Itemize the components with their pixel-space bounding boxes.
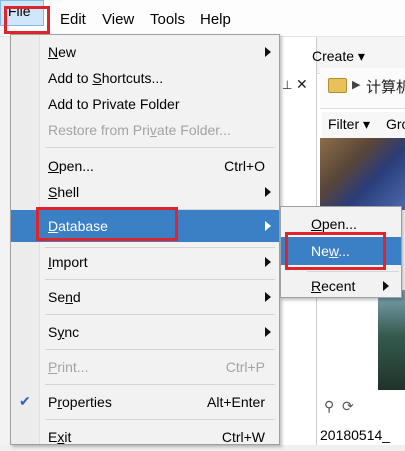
- submenu-item-label: Open...: [311, 216, 357, 232]
- menu-item-label: Add to Shortcuts...: [48, 70, 164, 86]
- folder-icon: [328, 78, 347, 93]
- submenu-arrow-icon: [265, 257, 271, 267]
- menu-item-send[interactable]: Send: [11, 283, 279, 311]
- menu-item-restore-from-private-folder: Restore from Private Folder...: [11, 116, 279, 144]
- shortcut-label: Ctrl+P: [225, 359, 265, 375]
- menu-item-label: Open...: [48, 158, 94, 174]
- menu-item-properties[interactable]: ✔ Properties Alt+Enter: [11, 388, 279, 416]
- checkmark-icon: ✔: [19, 393, 31, 409]
- menu-item-label: Exit: [48, 429, 72, 445]
- menu-separator: [45, 147, 275, 148]
- close-icon[interactable]: ✕: [296, 76, 308, 93]
- menu-item-label: Restore from Private Folder...: [48, 122, 231, 138]
- menu-edit[interactable]: Edit: [60, 10, 86, 30]
- menu-item-import[interactable]: Import: [11, 248, 279, 276]
- database-highlight-box: [36, 207, 178, 241]
- menu-separator: [45, 419, 275, 420]
- create-button[interactable]: Create ▾: [312, 48, 365, 65]
- menu-bar: File Edit View Tools Help: [0, 0, 405, 37]
- group-button[interactable]: Gro: [386, 116, 405, 132]
- submenu-item-label: Recent: [311, 278, 356, 294]
- menu-separator: [307, 271, 399, 272]
- menu-item-label: Properties: [48, 394, 112, 410]
- menu-help[interactable]: Help: [200, 10, 231, 30]
- menu-item-new-label: New: [48, 44, 77, 60]
- menu-item-open[interactable]: Open... Ctrl+O: [11, 152, 279, 180]
- menu-item-label: Sync: [48, 324, 80, 340]
- menu-item-label: Add to Private Folder: [48, 96, 180, 112]
- menu-tools[interactable]: Tools: [150, 10, 185, 30]
- menu-item-shell[interactable]: Shell: [11, 178, 279, 206]
- new-highlight-box: [285, 232, 386, 270]
- menu-item-new[interactable]: New: [11, 38, 279, 66]
- pin-icon[interactable]: ⊥: [282, 78, 292, 92]
- menu-separator: [45, 384, 275, 385]
- thumbnail-caption: 20180514_: [320, 427, 391, 443]
- submenu-arrow-icon: [265, 327, 271, 337]
- menu-item-label: Send: [48, 289, 81, 305]
- submenu-item-recent[interactable]: Recent: [281, 273, 401, 299]
- location-icon: ⚲: [324, 398, 335, 414]
- address-bar[interactable]: ▶ 计算机: [320, 68, 405, 109]
- menu-view[interactable]: View: [102, 10, 134, 30]
- menu-item-label: Print...: [48, 359, 89, 375]
- menu-item-exit[interactable]: Exit Ctrl+W: [11, 423, 279, 451]
- menu-item-label: Import: [48, 254, 88, 270]
- menu-item-sync[interactable]: Sync: [11, 318, 279, 346]
- submenu-arrow-icon: [383, 281, 389, 291]
- submenu-arrow-icon: [265, 47, 271, 57]
- thumbnail-image-2[interactable]: [378, 290, 405, 390]
- filter-bar: Filter ▾ Gro: [322, 112, 405, 139]
- submenu-arrow-icon: [265, 187, 271, 197]
- shortcut-label: Alt+Enter: [207, 394, 265, 410]
- menu-separator: [45, 314, 275, 315]
- sync-icon: ⟳: [342, 398, 354, 414]
- shortcut-label: Ctrl+O: [224, 158, 265, 174]
- menu-item-add-to-shortcuts[interactable]: Add to Shortcuts...: [11, 64, 279, 92]
- filter-button[interactable]: Filter ▾: [328, 116, 370, 133]
- submenu-arrow-icon: [265, 292, 271, 302]
- menu-item-add-to-private-folder[interactable]: Add to Private Folder: [11, 90, 279, 118]
- path-text: 计算机: [366, 79, 405, 96]
- menu-separator: [45, 349, 275, 350]
- submenu-arrow-icon: [265, 221, 271, 231]
- menu-item-label: Shell: [48, 184, 80, 200]
- menu-item-print: Print... Ctrl+P: [11, 353, 279, 381]
- path-chevron-icon[interactable]: ▶: [352, 78, 360, 91]
- file-highlight-box: [4, 6, 50, 34]
- thumbnail-image[interactable]: [320, 138, 405, 210]
- menu-separator: [45, 279, 275, 280]
- shortcut-label: Ctrl+W: [221, 429, 265, 445]
